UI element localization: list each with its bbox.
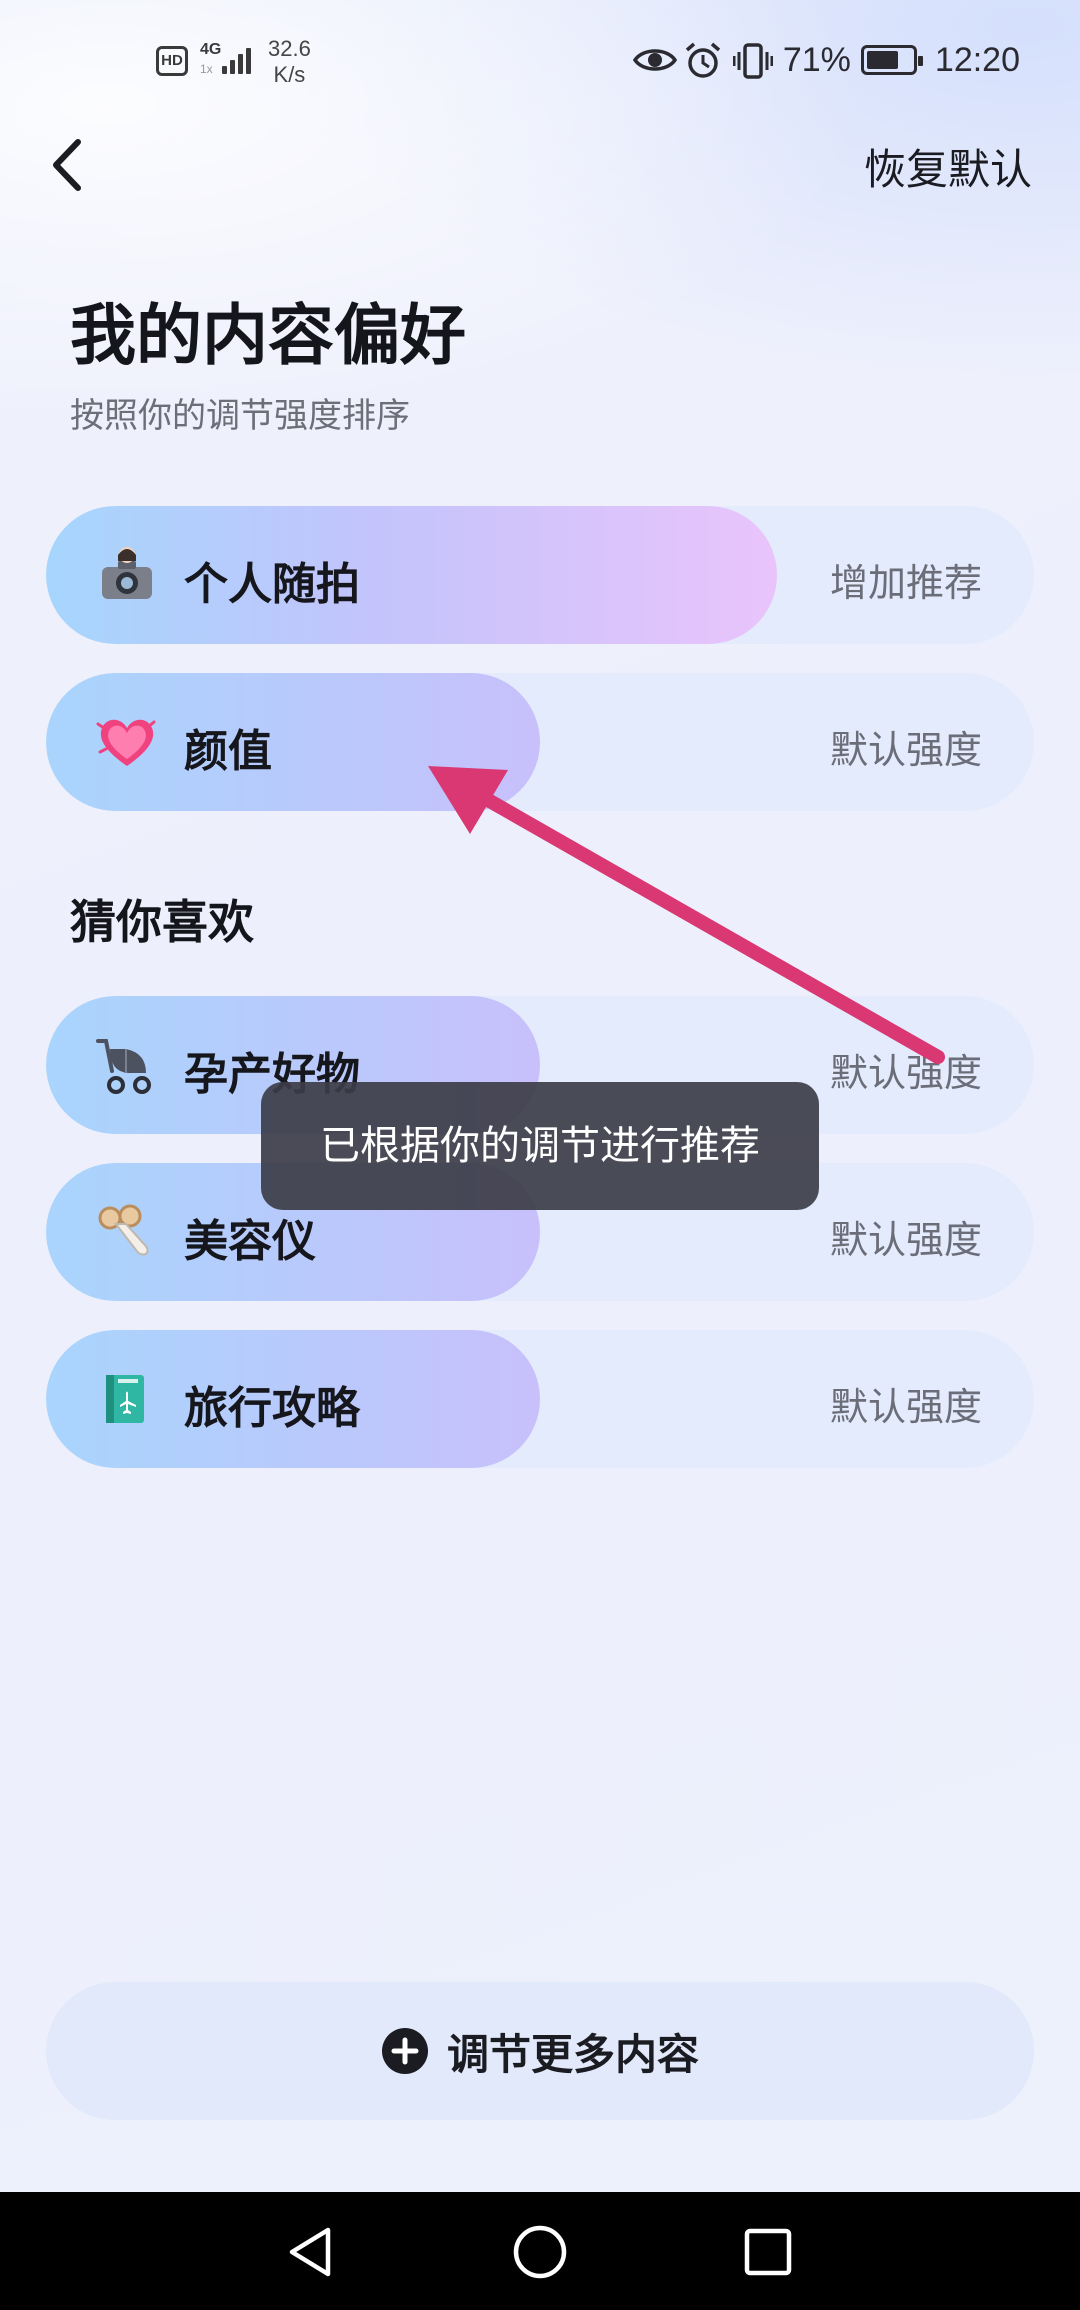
preference-label: 个人随拍 xyxy=(184,559,360,610)
speed-value: 32.6 xyxy=(268,36,311,61)
navigation-bar xyxy=(0,2192,1080,2310)
page-subtitle: 按照你的调节强度排序 xyxy=(70,396,410,436)
preference-level: 默认强度 xyxy=(829,1218,982,1262)
reset-default-button[interactable]: 恢复默认 xyxy=(864,136,1032,197)
heart-icon xyxy=(96,712,158,772)
back-triangle-icon[interactable] xyxy=(282,2222,342,2282)
preference-level: 默认强度 xyxy=(829,1051,982,1095)
preference-row[interactable]: 旅行攻略 默认强度 xyxy=(46,1330,1034,1468)
speed-unit: K/s xyxy=(273,62,306,87)
adjust-more-content-label: 调节更多内容 xyxy=(446,2029,699,2079)
beauty-device-icon xyxy=(96,1202,158,1262)
preference-level: 默认强度 xyxy=(829,1385,982,1429)
network-type: 4G xyxy=(200,41,222,58)
plus-circle-icon xyxy=(381,2028,428,2074)
network-sub: 1x xyxy=(200,62,213,76)
clock: 12:20 xyxy=(934,40,1020,79)
signal-icon xyxy=(222,42,256,74)
preference-level: 增加推荐 xyxy=(829,561,982,605)
preference-label: 颜值 xyxy=(184,726,272,777)
battery-fill xyxy=(866,51,898,69)
toast-message: 已根据你的调节进行推荐 xyxy=(261,1082,819,1210)
preference-row[interactable]: 颜值 默认强度 xyxy=(46,673,1034,811)
alarm-icon xyxy=(683,42,723,78)
home-circle-icon[interactable] xyxy=(510,2222,570,2282)
vibrate-icon xyxy=(732,42,774,79)
preference-level: 默认强度 xyxy=(829,728,982,772)
preference-row[interactable]: 个人随拍 增加推荐 xyxy=(46,506,1034,644)
page-title: 我的内容偏好 xyxy=(70,297,466,374)
back-button[interactable] xyxy=(40,130,100,200)
section-title: 猜你喜欢 xyxy=(70,895,254,949)
camera-girl-icon xyxy=(96,545,158,605)
battery-percent: 71% xyxy=(782,40,851,79)
preference-label: 旅行攻略 xyxy=(184,1383,360,1434)
status-bar: HD 4G 1x 32.6 K/s 71% 12:20 xyxy=(0,0,1080,120)
preference-label: 美容仪 xyxy=(184,1216,316,1267)
eye-icon xyxy=(632,42,677,78)
hd-badge: HD xyxy=(156,46,188,76)
network-speed: 32.6 K/s xyxy=(268,36,311,88)
adjust-more-content-button[interactable]: 调节更多内容 xyxy=(46,1982,1034,2120)
status-right: 71% 12:20 xyxy=(632,40,1020,80)
recents-square-icon[interactable] xyxy=(738,2222,798,2282)
stroller-icon xyxy=(96,1035,158,1095)
travel-guide-icon xyxy=(96,1369,158,1429)
chevron-left-icon xyxy=(53,139,81,191)
battery-icon xyxy=(860,45,923,75)
